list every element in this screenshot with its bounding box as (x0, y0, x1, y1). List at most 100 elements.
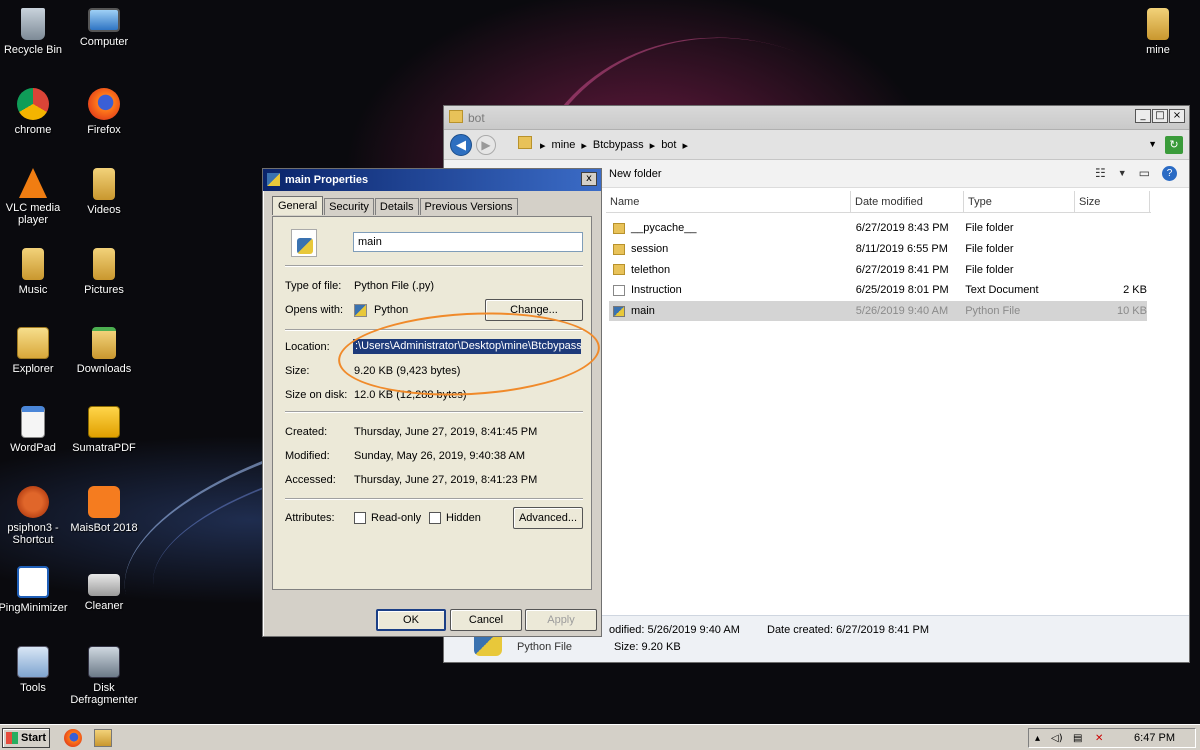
file-row[interactable]: Instruction 6/25/2019 8:01 PM Text Docum… (609, 280, 1147, 301)
python-file-icon (267, 173, 280, 186)
desktop-icon-label: Recycle Bin (3, 44, 63, 56)
forward-button[interactable]: ▶ (476, 135, 496, 155)
desktop-icon-label: mine (1146, 44, 1170, 56)
breadcrumb-item-btcbypass[interactable]: Btcbypass (593, 139, 644, 152)
maximize-button[interactable]: □ (1152, 109, 1168, 123)
cancel-button[interactable]: Cancel (450, 609, 522, 631)
desktop-icon-recycle-bin[interactable]: Recycle Bin (0, 8, 69, 56)
file-name-field[interactable]: main (353, 232, 583, 252)
breadcrumb-item-bot[interactable]: bot (661, 139, 676, 152)
file-name: telethon (631, 263, 671, 276)
file-row[interactable]: telethon 6/27/2019 8:41 PM File folder (609, 259, 1147, 280)
volume-icon[interactable]: ◁) (1051, 733, 1063, 744)
tab-security[interactable]: Security (324, 198, 374, 215)
column-header-date-modified[interactable]: Date modified (851, 191, 964, 212)
desktop-icon-pictures[interactable]: Pictures (68, 248, 140, 296)
desktop-icon-label: MaisBot 2018 (70, 522, 138, 534)
size-label: Size: (285, 365, 310, 377)
close-button[interactable]: x (581, 172, 597, 186)
breadcrumb-item-mine[interactable]: mine (552, 139, 576, 152)
back-button[interactable]: ◀ (450, 134, 472, 156)
accessed-label: Accessed: (285, 474, 336, 486)
network-disconnected-icon[interactable]: ✕ (1095, 733, 1103, 744)
modified-label: Modified: (285, 450, 330, 462)
general-tab-panel: main Type of file: Python File (.py) Ope… (272, 216, 592, 590)
desktop-icon-label: psiphon3 - Shortcut (7, 522, 59, 546)
desktop-icon-sumatrapdf[interactable]: SumatraPDF (68, 406, 140, 454)
network-icon[interactable]: ▤ (1073, 733, 1082, 744)
properties-dialog[interactable]: main Properties x General Security Detai… (262, 168, 602, 637)
desktop-icon-wordpad[interactable]: WordPad (0, 406, 69, 454)
start-button[interactable]: Start (2, 728, 50, 748)
dialog-titlebar[interactable]: main Properties x (263, 169, 601, 191)
hidden-checkbox[interactable] (429, 512, 441, 524)
dialog-title: main Properties (285, 174, 369, 186)
column-header-size[interactable]: Size (1075, 191, 1150, 212)
location-value[interactable]: :\Users\Administrator\Desktop\mine\Btcby… (353, 339, 581, 354)
modified-value: Sunday, May 26, 2019, 9:40:38 AM (354, 450, 526, 462)
desktop-icon-label: Videos (87, 204, 121, 216)
desktop-icon-pingminimizer[interactable]: PingMinimizer (0, 566, 69, 614)
desktop-icon-firefox[interactable]: Firefox (68, 88, 140, 136)
hidden-label: Hidden (446, 512, 481, 524)
file-list: __pycache__ 6/27/2019 8:43 PM File folde… (609, 218, 1147, 322)
desktop-icon-downloads[interactable]: Downloads (68, 327, 140, 375)
firefox-taskbar-icon[interactable] (64, 729, 82, 747)
close-button[interactable]: × (1169, 109, 1185, 123)
desktop-icon-psiphon[interactable]: psiphon3 - Shortcut (0, 486, 69, 546)
readonly-checkbox[interactable] (354, 512, 366, 524)
taskbar: Start ▴ ◁) ▤ ✕ 6:47 PM (0, 724, 1200, 750)
created-value: Thursday, June 27, 2019, 8:41:45 PM (354, 426, 538, 438)
explorer-taskbar-icon[interactable] (94, 729, 112, 747)
tray-expand-icon[interactable]: ▴ (1035, 733, 1040, 744)
psiphon-icon (17, 486, 49, 518)
preview-pane-icon[interactable]: ▭ (1139, 166, 1150, 181)
desktop-icon-disk-defragmenter[interactable]: Disk Defragmenter (68, 646, 140, 706)
taskbar-clock[interactable]: 6:47 PM (1134, 732, 1175, 744)
apply-button[interactable]: Apply (525, 609, 597, 631)
file-type: File folder (965, 243, 1014, 256)
file-row[interactable]: __pycache__ 6/27/2019 8:43 PM File folde… (609, 218, 1147, 239)
desktop-icon-computer[interactable]: Computer (68, 8, 140, 48)
refresh-button[interactable]: ↻ (1165, 136, 1183, 154)
accessed-value: Thursday, June 27, 2019, 8:41:23 PM (354, 474, 538, 486)
ok-button[interactable]: OK (376, 609, 446, 631)
divider (285, 265, 583, 267)
file-row[interactable]: session 8/11/2019 6:55 PM File folder (609, 239, 1147, 260)
desktop-icon-label: chrome (14, 124, 52, 136)
desktop-icon-explorer[interactable]: Explorer (0, 327, 69, 375)
tab-details[interactable]: Details (374, 198, 419, 215)
view-dropdown-icon[interactable]: ▼ (1118, 168, 1127, 181)
folder-icon (613, 264, 625, 276)
explorer-titlebar[interactable]: bot _ □ × (444, 106, 1189, 130)
view-options-icon[interactable]: ☷ (1095, 166, 1106, 181)
tab-previous-versions[interactable]: Previous Versions (419, 198, 518, 215)
help-icon[interactable]: ? (1162, 166, 1177, 181)
file-name: session (631, 243, 669, 256)
file-type: Text Document (965, 284, 1039, 297)
new-folder-button[interactable]: New folder (609, 168, 662, 180)
desktop-icon-vlc[interactable]: VLC media player (0, 168, 69, 226)
advanced-button[interactable]: Advanced... (513, 507, 583, 529)
file-row-selected[interactable]: main 5/26/2019 9:40 AM Python File 10 KB (609, 300, 1147, 322)
address-dropdown-button[interactable]: ▼ (1148, 139, 1157, 149)
file-name: Instruction (631, 284, 682, 297)
desktop-icon-label: WordPad (10, 442, 56, 454)
recycle-bin-icon (21, 8, 45, 40)
column-header-name[interactable]: Name (606, 191, 851, 212)
desktop-icon-label: Pictures (84, 284, 124, 296)
desktop-icon-mine[interactable]: mine (1122, 8, 1194, 56)
desktop-icon-music[interactable]: Music (0, 248, 69, 296)
desktop-icon-videos[interactable]: Videos (68, 168, 140, 216)
explorer-folder-icon (17, 327, 49, 359)
tab-general[interactable]: General (272, 196, 324, 215)
downloads-folder-icon (92, 327, 116, 359)
change-button[interactable]: Change... (485, 299, 583, 321)
column-header-type[interactable]: Type (964, 191, 1075, 212)
desktop-icon-cleaner[interactable]: Cleaner (68, 566, 140, 612)
desktop-icon-tools[interactable]: Tools (0, 646, 69, 694)
minimize-button[interactable]: _ (1135, 109, 1151, 123)
desktop-icon-maisbot[interactable]: MaisBot 2018 (68, 486, 140, 534)
desktop-icon-label: Music (18, 284, 48, 296)
desktop-icon-chrome[interactable]: chrome (0, 88, 69, 136)
